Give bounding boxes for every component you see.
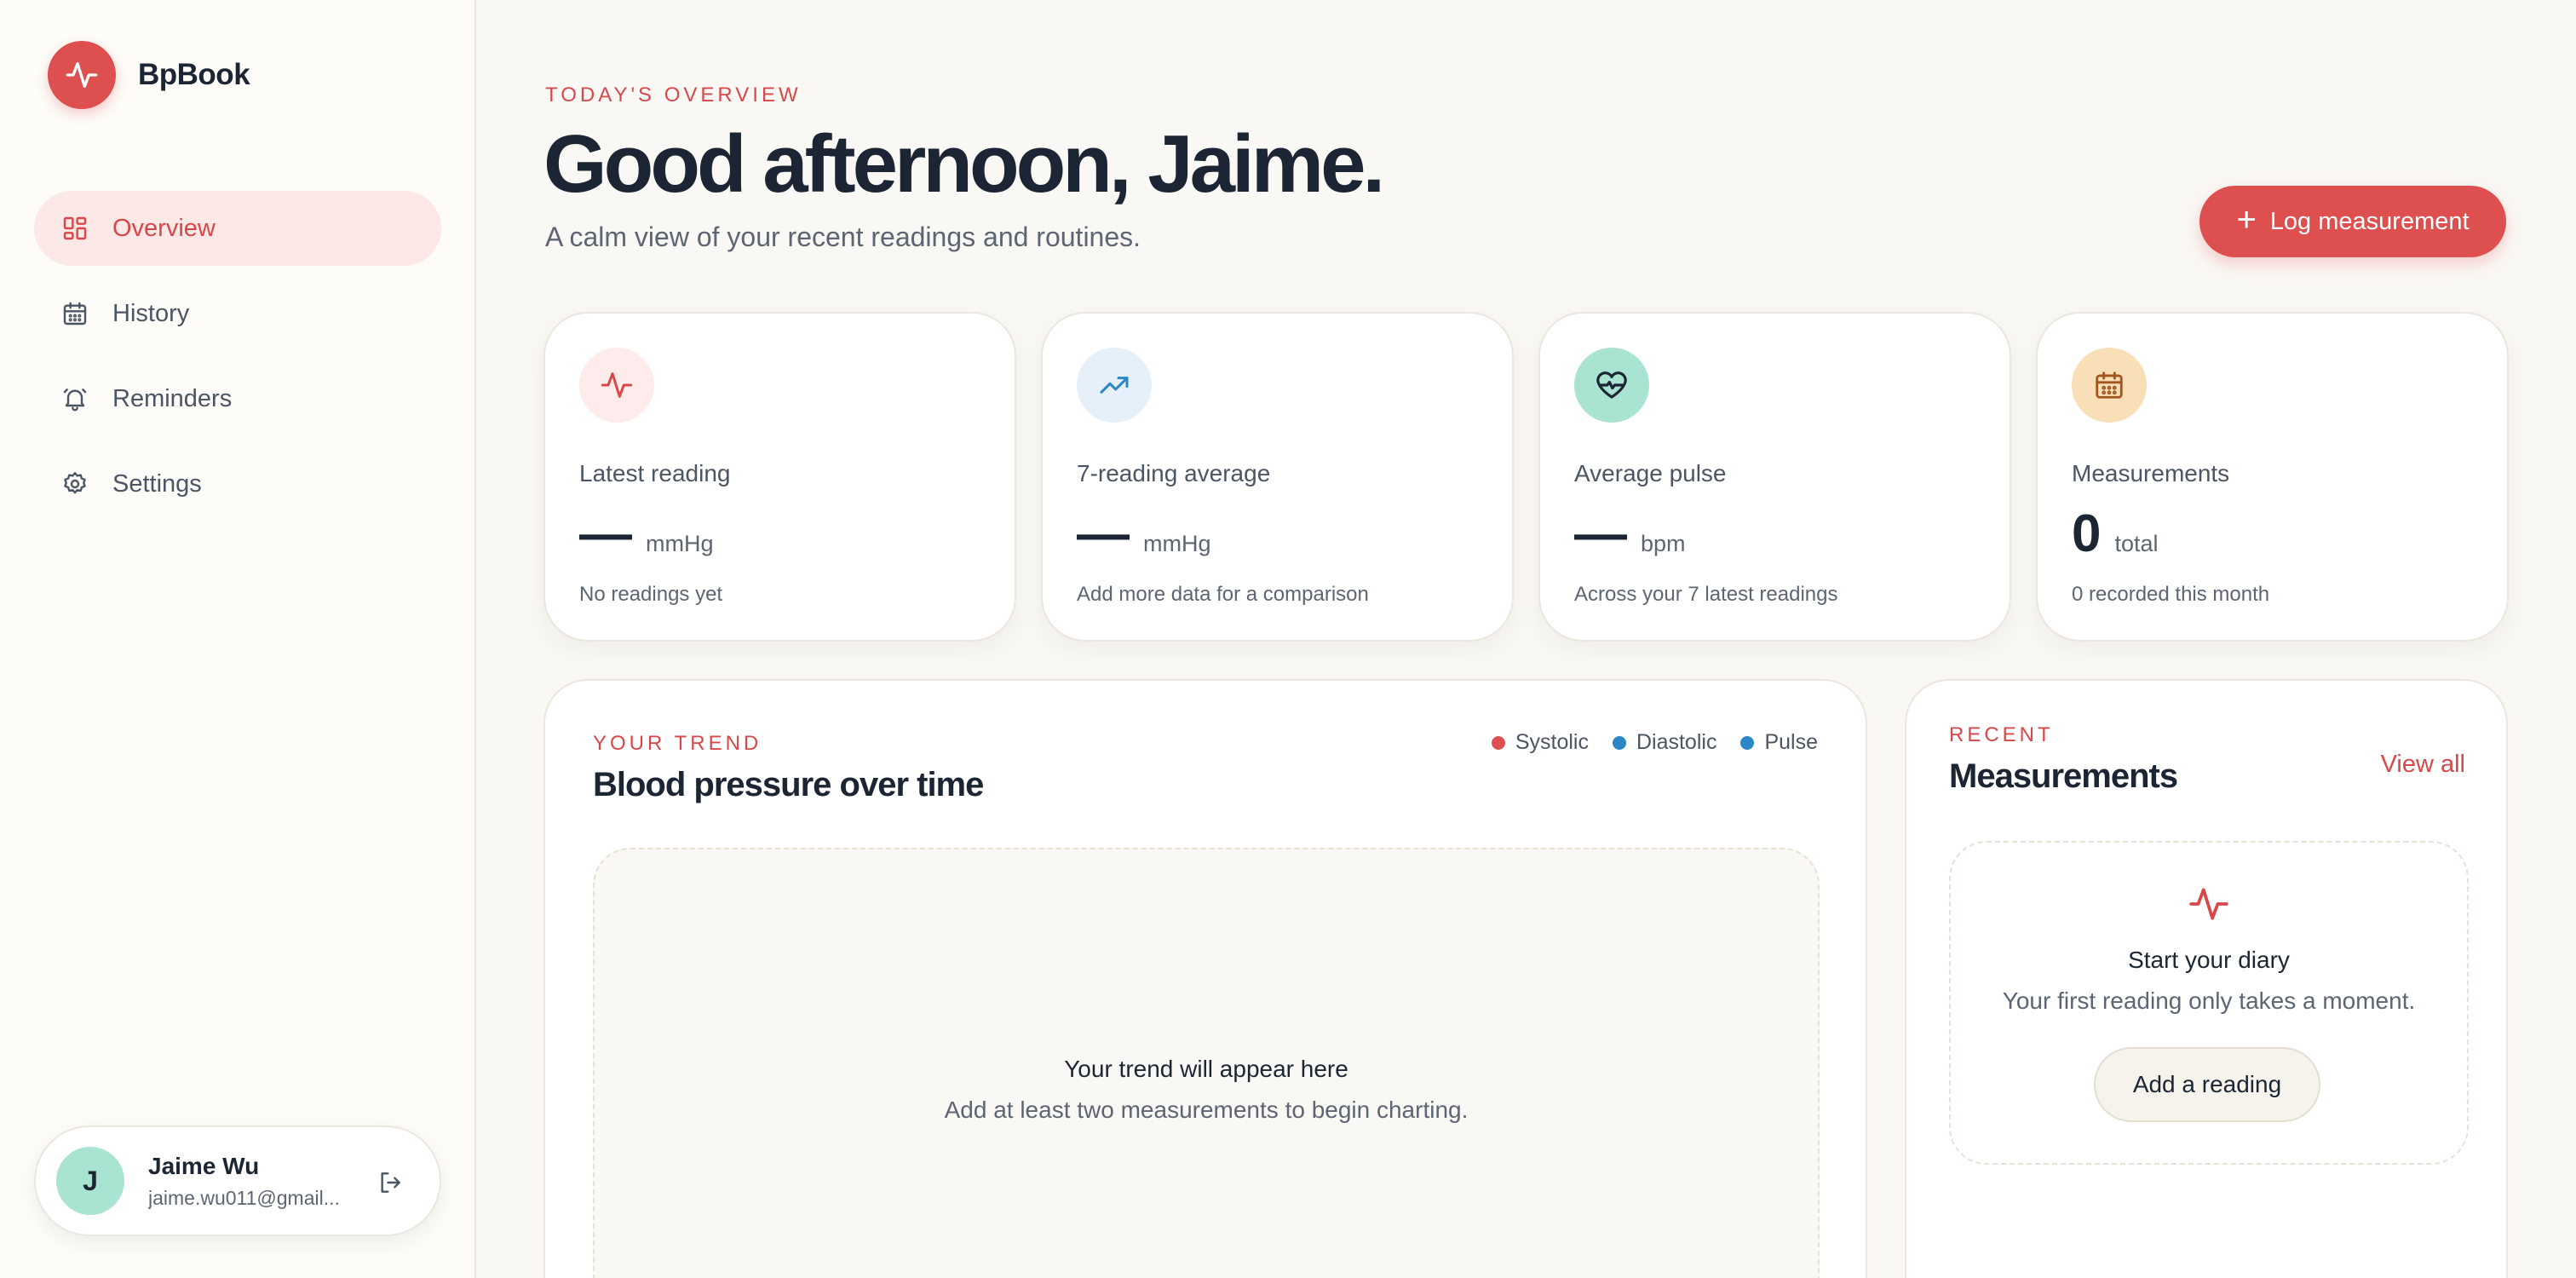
stat-value: 0 (2072, 504, 2102, 563)
legend-dot (1491, 735, 1505, 750)
trending-up-icon (1077, 348, 1152, 423)
plus-icon: + (2236, 201, 2257, 239)
brand-name: BpBook (138, 58, 250, 91)
stat-label: Latest reading (579, 460, 731, 486)
trend-title: Blood pressure over time (593, 766, 984, 803)
stat-value-row: — mmHg (1077, 503, 1211, 566)
calendar-icon (2072, 348, 2147, 423)
stat-note: 0 recorded this month (2072, 583, 2270, 606)
trend-card: YOUR TREND Blood pressure over time Syst… (543, 679, 1867, 1278)
legend-item-systolic: Systolic (1491, 730, 1589, 755)
user-card[interactable]: J Jaime Wu jaime.wu011@gmail... (34, 1125, 441, 1236)
recent-title: Measurements (1949, 757, 2178, 795)
stat-label: Measurements (2072, 460, 2230, 486)
stat-label: Average pulse (1574, 460, 1727, 486)
bell-icon (60, 383, 90, 414)
heart-pulse-icon (1574, 348, 1649, 423)
view-all-link[interactable]: View all (2381, 751, 2465, 779)
header-eyebrow: TODAY'S OVERVIEW (545, 83, 802, 106)
stat-value: — (1077, 504, 1130, 563)
sidebar: BpBook Overview History Reminders Settin… (0, 0, 476, 1278)
calendar-icon (60, 298, 90, 329)
stat-note: Add more data for a comparison (1077, 583, 1369, 606)
sidebar-nav: Overview History Reminders Settings (34, 191, 441, 532)
legend-label: Diastolic (1636, 730, 1717, 754)
sidebar-item-label: Overview (112, 214, 216, 242)
stat-card-measurements: Measurements 0 total 0 recorded this mon… (2036, 312, 2509, 642)
sidebar-item-history[interactable]: History (34, 276, 441, 351)
brand[interactable]: BpBook (48, 41, 250, 109)
page-subtitle: A calm view of your recent readings and … (545, 222, 1141, 252)
stat-label: 7-reading average (1077, 460, 1271, 486)
stat-unit: mmHg (1143, 531, 1211, 556)
stat-value-row: — bpm (1574, 503, 1686, 566)
stat-unit: bpm (1641, 531, 1686, 556)
stat-card-latest-reading: Latest reading — mmHg No readings yet (543, 312, 1016, 642)
stat-value-row: — mmHg (579, 503, 714, 566)
sidebar-item-reminders[interactable]: Reminders (34, 361, 441, 436)
stat-card-seven-reading-average: 7-reading average — mmHg Add more data f… (1041, 312, 1514, 642)
gear-icon (60, 469, 90, 499)
recent-eyebrow: RECENT (1949, 723, 2054, 746)
sidebar-item-overview[interactable]: Overview (34, 191, 441, 266)
stat-value-row: 0 total (2072, 503, 2159, 566)
stat-unit: mmHg (646, 531, 714, 556)
recent-measurements-card: RECENT Measurements View all Start your … (1905, 679, 2508, 1278)
legend-dot (1740, 735, 1755, 750)
sidebar-item-label: Settings (112, 469, 202, 498)
stat-unit: total (2114, 531, 2159, 556)
legend-item-pulse: Pulse (1740, 730, 1818, 755)
legend-dot (1612, 735, 1626, 750)
recent-empty-title: Start your diary (2128, 947, 2290, 973)
sidebar-item-label: Reminders (112, 384, 233, 412)
log-measurement-button[interactable]: + Log measurement (2199, 186, 2506, 257)
logout-icon[interactable] (375, 1167, 405, 1198)
pulse-icon (48, 41, 116, 109)
stat-value: — (1574, 504, 1627, 563)
legend-item-diastolic: Diastolic (1612, 730, 1717, 755)
legend-label: Pulse (1764, 730, 1818, 754)
add-reading-button[interactable]: Add a reading (2094, 1047, 2320, 1122)
trend-empty-subtitle: Add at least two measurements to begin c… (944, 1097, 1469, 1123)
sidebar-item-settings[interactable]: Settings (34, 446, 441, 521)
pulse-icon (2185, 880, 2233, 928)
user-name: Jaime Wu (148, 1152, 260, 1179)
user-meta: Jaime Wu jaime.wu011@gmail... (148, 1153, 353, 1210)
page-title: Good afternoon, Jaime. (543, 118, 1385, 210)
stat-note: Across your 7 latest readings (1574, 583, 1838, 606)
log-measurement-label: Log measurement (2269, 207, 2470, 235)
sidebar-item-label: History (112, 299, 190, 327)
pulse-icon (579, 348, 654, 423)
stat-value: — (579, 504, 632, 563)
trend-eyebrow: YOUR TREND (593, 732, 762, 755)
avatar: J (56, 1147, 124, 1215)
trend-empty-state: Your trend will appear here Add at least… (593, 848, 1820, 1278)
stat-card-average-pulse: Average pulse — bpm Across your 7 latest… (1538, 312, 2011, 642)
trend-empty-title: Your trend will appear here (1064, 1056, 1348, 1082)
user-email: jaime.wu011@gmail... (148, 1186, 340, 1209)
chart-legend: Systolic Diastolic Pulse (1468, 730, 1818, 755)
recent-empty-subtitle: Your first reading only takes a moment. (2002, 987, 2416, 1014)
recent-empty-state: Start your diary Your first reading only… (1949, 841, 2469, 1165)
legend-label: Systolic (1515, 730, 1589, 754)
stat-note: No readings yet (579, 583, 723, 606)
dashboard-grid-icon (60, 213, 90, 244)
